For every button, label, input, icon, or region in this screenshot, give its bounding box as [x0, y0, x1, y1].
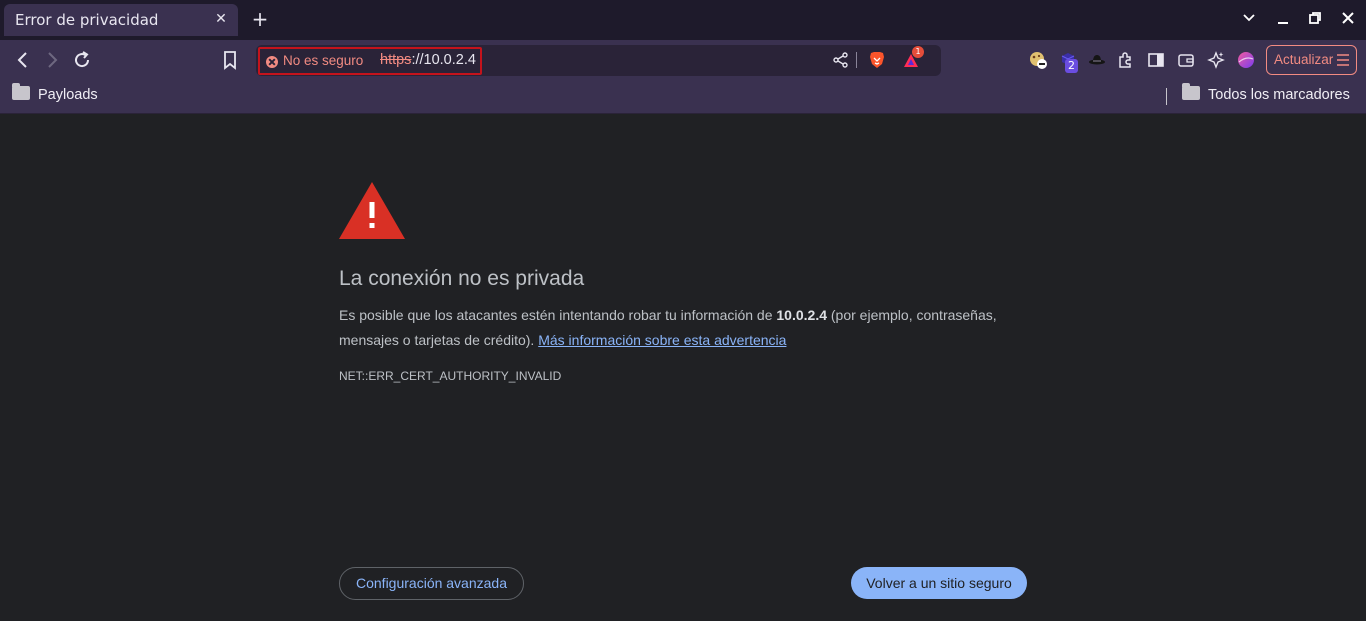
- omnibox-divider: [856, 52, 857, 68]
- extensions-menu-button[interactable]: [1116, 50, 1136, 70]
- bookmarks-bar: Payloads Todos los marcadores: [0, 80, 1366, 114]
- extension-cookie[interactable]: [1028, 50, 1048, 70]
- forward-button[interactable]: [40, 48, 64, 72]
- share-button[interactable]: [832, 51, 850, 73]
- close-icon: [1342, 12, 1354, 24]
- interstitial-page: La conexión no es privada Es posible que…: [0, 115, 1366, 621]
- security-label: No es seguro: [283, 53, 364, 68]
- tab-active[interactable]: Error de privacidad ✕: [4, 4, 238, 36]
- menu-hamburger-icon: [1337, 54, 1349, 66]
- folder-icon: [12, 83, 30, 100]
- url-scheme: https: [380, 52, 412, 68]
- extension-badge: 2: [1065, 59, 1078, 73]
- page-title: La conexión no es privada: [339, 267, 585, 290]
- reload-icon: [75, 51, 90, 68]
- security-indicator[interactable]: No es seguro https://10.0.2.4: [258, 47, 482, 75]
- warning-triangle-icon: [339, 182, 405, 244]
- back-arrow-icon: [17, 52, 27, 68]
- advanced-settings-button[interactable]: Configuración avanzada: [339, 567, 524, 600]
- not-secure-icon: [266, 56, 278, 68]
- chevron-down-icon: [1243, 14, 1255, 22]
- bookmarks-divider: [1166, 88, 1167, 105]
- wallet-icon: [1178, 54, 1194, 67]
- hat-extension-icon: [1089, 55, 1105, 65]
- error-description: Es posible que los atacantes estén inten…: [339, 303, 1029, 353]
- bookmark-button[interactable]: [218, 48, 242, 72]
- reload-button[interactable]: [70, 48, 94, 72]
- update-label: Actualizar: [1274, 52, 1334, 67]
- url-text: https://10.0.2.4: [380, 52, 476, 68]
- profile-avatar[interactable]: [1236, 50, 1256, 70]
- extension-hat[interactable]: [1087, 50, 1107, 70]
- brave-lion-icon: [870, 52, 884, 68]
- toolbar: No es seguro https://10.0.2.4 1 2 Actual…: [0, 40, 1366, 80]
- puzzle-icon: [1119, 52, 1131, 68]
- share-icon: [833, 52, 848, 68]
- minimize-button[interactable]: [1271, 9, 1295, 31]
- title-bar: Error de privacidad ✕ +: [0, 0, 1366, 40]
- desc-text-1: Es posible que los atacantes estén inten…: [339, 307, 777, 323]
- learn-more-link[interactable]: Más información sobre esta advertencia: [538, 332, 786, 348]
- brave-shields-button[interactable]: [867, 50, 887, 74]
- back-to-safety-button[interactable]: Volver a un sitio seguro: [851, 567, 1027, 599]
- bookmark-folder-label: Todos los marcadores: [1208, 87, 1350, 103]
- extension-cube[interactable]: 2: [1059, 50, 1079, 73]
- sidebar-toggle-button[interactable]: [1146, 50, 1166, 70]
- tab-search-chevron-icon[interactable]: [1237, 9, 1261, 31]
- sparkle-icon: [1207, 51, 1225, 69]
- rewards-badge: 1: [912, 46, 924, 58]
- update-button[interactable]: Actualizar: [1266, 45, 1357, 75]
- error-code: NET::ERR_CERT_AUTHORITY_INVALID: [339, 369, 562, 383]
- bookmark-folder-all[interactable]: Todos los marcadores: [1182, 83, 1350, 106]
- tab-close-icon[interactable]: ✕: [212, 10, 230, 28]
- tab-title: Error de privacidad: [15, 11, 159, 29]
- forward-arrow-icon: [48, 52, 58, 68]
- wallet-button[interactable]: [1176, 50, 1196, 70]
- brave-rewards-button[interactable]: 1: [901, 46, 924, 74]
- bookmark-icon: [224, 51, 236, 70]
- avatar-icon: [1238, 52, 1254, 68]
- new-tab-button[interactable]: +: [250, 8, 270, 30]
- close-window-button[interactable]: [1336, 9, 1360, 31]
- restore-button[interactable]: [1303, 9, 1327, 31]
- url-host: ://10.0.2.4: [411, 52, 476, 68]
- sidebar-icon: [1148, 53, 1164, 67]
- desc-host: 10.0.2.4: [776, 307, 827, 323]
- restore-icon: [1309, 12, 1321, 24]
- leo-ai-button[interactable]: [1206, 50, 1226, 70]
- back-button[interactable]: [11, 48, 35, 72]
- bookmark-folder-label: Payloads: [38, 87, 98, 103]
- address-bar[interactable]: No es seguro https://10.0.2.4 1: [256, 45, 941, 76]
- folder-icon: [1182, 83, 1200, 100]
- minimize-icon: [1278, 22, 1288, 24]
- cookie-extension-icon: [1030, 52, 1047, 69]
- bookmark-folder-payloads[interactable]: Payloads: [12, 83, 98, 106]
